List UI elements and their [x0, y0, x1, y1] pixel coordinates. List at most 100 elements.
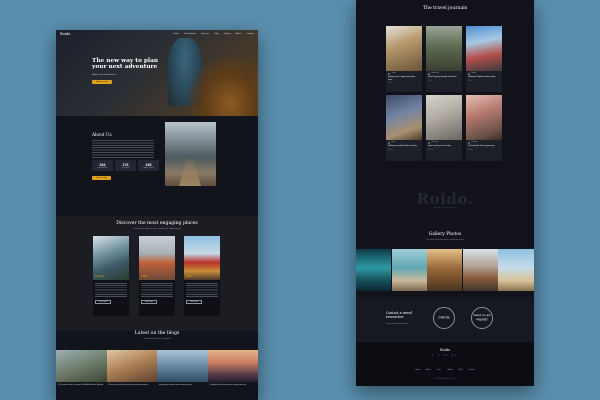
- nav-item-blog[interactable]: Blog: [214, 33, 218, 35]
- journal-category: Work: [391, 142, 396, 143]
- journals-title: The travel journals: [422, 6, 468, 11]
- hero-title: The new way to plan your next adventure: [92, 58, 159, 71]
- journal-footer: 24 Jan 6: [426, 148, 462, 151]
- nav-item-destinations[interactable]: Destinations: [184, 33, 196, 35]
- nav-item-gallery[interactable]: Gallery: [224, 33, 231, 35]
- journal-card[interactable]: Hiking Hiking the highest alpine peaks 1…: [466, 26, 502, 92]
- about-cta-button[interactable]: Learn more: [92, 176, 112, 180]
- journal-footer: 18 Jan 8: [466, 79, 502, 82]
- nav-item-about[interactable]: About: [236, 33, 242, 35]
- journal-date: 12 Jan: [388, 83, 393, 84]
- journal-category: Hiking: [471, 73, 476, 74]
- journal-comments: 6: [459, 149, 460, 151]
- place-card[interactable]: Chile Learn more: [139, 236, 175, 316]
- place-name: Norway: [95, 275, 105, 278]
- journal-date: 24 Jan: [428, 149, 433, 151]
- place-card[interactable]: Norway Learn more: [93, 236, 129, 316]
- place-learn-more-button[interactable]: Learn more: [186, 300, 202, 304]
- blog-image: [106, 350, 157, 382]
- journal-comments: 8: [499, 80, 500, 82]
- nav-item-services[interactable]: Services: [201, 33, 209, 35]
- journal-image: [466, 95, 502, 140]
- journal-comments: 5: [419, 83, 420, 84]
- journal-category: Adventure: [431, 73, 439, 74]
- journal-card[interactable]: Packing Packing light for long journeys …: [466, 95, 502, 161]
- journal-comments: 3: [459, 80, 460, 82]
- places-section: Discover the most engaging places Lorem …: [56, 216, 258, 331]
- footer-link-contact[interactable]: Contact: [469, 369, 475, 371]
- place-name: Chile: [141, 275, 148, 278]
- about-title: About Us: [92, 132, 112, 137]
- place-image: Norway: [93, 236, 129, 280]
- journal-category: Packing: [471, 142, 478, 143]
- gallery-photo[interactable]: [427, 249, 462, 291]
- journal-card[interactable]: Travel Exploring the rugged mountain tra…: [386, 26, 422, 92]
- blog-card[interactable]: Exploring the world's most stunning citi…: [157, 350, 208, 400]
- nav-item-home[interactable]: Home: [173, 33, 179, 35]
- stat-label: Happy clients: [143, 166, 154, 169]
- places-subtitle: Lorem ipsum dolor sit amet consectetur a…: [133, 228, 181, 230]
- blog-card[interactable]: Where to get the best adventure travel e…: [106, 350, 157, 400]
- site-logo[interactable]: Roido: [60, 32, 70, 36]
- nav-item-contact[interactable]: Contact: [246, 33, 254, 35]
- gallery-photo[interactable]: [391, 249, 427, 291]
- call-us-number: +1 234 567 890: [438, 319, 450, 321]
- place-image: Chile: [139, 236, 175, 280]
- journal-image: [466, 26, 502, 71]
- hero-subtitle: Explore the world with us: [92, 74, 117, 76]
- journal-category: Planning: [431, 142, 438, 143]
- place-description: [186, 283, 218, 297]
- journal-card[interactable]: Adventure Road tripping through the dese…: [426, 26, 462, 92]
- journal-card[interactable]: Work Working remotely while traveling 20…: [386, 95, 422, 161]
- footer-nav: Home About Tours Gallery Blog Contact: [356, 369, 534, 371]
- stat-card: 176 Tour types: [115, 160, 136, 171]
- bridge-shape: [179, 156, 201, 186]
- author-avatar: [468, 72, 470, 75]
- place-description: [95, 283, 127, 297]
- footer-link-home[interactable]: Home: [415, 369, 420, 371]
- blog-image: [157, 350, 208, 382]
- brand-watermark: Roido.: [416, 190, 474, 208]
- footer-link-about[interactable]: About: [426, 369, 431, 371]
- stat-card: 193 Happy clients: [138, 160, 159, 171]
- social-icons[interactable]: f t in yt: [356, 354, 534, 357]
- brand-watermark-subtitle: Explore the world with us: [433, 207, 457, 209]
- about-stats: 264 Destinations 176 Tour types 193 Happ…: [92, 160, 159, 171]
- gallery-subtitle: Our favorite photos from around the worl…: [426, 239, 464, 241]
- contact-title: Contact a travel researcher: [386, 311, 412, 319]
- blog-image: [207, 350, 258, 382]
- landing-page-mockup-right: The travel journals Travel Exploring the…: [356, 0, 534, 386]
- blog-caption: 10 Questions Every Traveler Should Ask B…: [58, 384, 103, 386]
- call-us-button[interactable]: Call Us +1 234 567 890: [433, 307, 455, 329]
- blog-card[interactable]: 10 Questions Every Traveler Should Ask B…: [56, 350, 107, 400]
- send-enquiry-button[interactable]: Send us an enquiry Contact form: [471, 307, 493, 329]
- journal-image: [426, 95, 462, 140]
- gallery-photo[interactable]: [356, 249, 391, 291]
- send-enquiry-sub: Contact form: [477, 321, 487, 323]
- stat-card: 264 Destinations: [92, 160, 113, 171]
- blog-caption: 3 things to know before your sunset phot…: [209, 384, 246, 386]
- journal-image: [426, 26, 462, 71]
- author-avatar: [428, 141, 430, 144]
- place-learn-more-button[interactable]: Learn more: [141, 300, 157, 304]
- author-avatar: [388, 72, 390, 75]
- journal-category: Travel: [391, 73, 396, 74]
- journal-comments: 4: [499, 149, 500, 151]
- blog-caption: Where to get the best adventure travel e…: [108, 384, 149, 386]
- blog-card[interactable]: 3 things to know before your sunset phot…: [207, 350, 258, 400]
- journal-card[interactable]: Planning How to plan your next trip 24 J…: [426, 95, 462, 161]
- author-avatar: [388, 141, 390, 144]
- place-card[interactable]: Japan Learn more: [184, 236, 220, 316]
- place-learn-more-button[interactable]: Learn more: [95, 300, 111, 304]
- footer-link-gallery[interactable]: Gallery: [447, 369, 453, 371]
- footer-link-tours[interactable]: Tours: [437, 369, 441, 371]
- footer-link-blog[interactable]: Blog: [459, 369, 463, 371]
- gallery-photo[interactable]: [462, 249, 498, 291]
- gallery-photo[interactable]: [498, 249, 534, 291]
- blog-image: [56, 350, 107, 382]
- gallery-title: Gallery Photos: [428, 232, 462, 237]
- hero-cta-button[interactable]: Explore now: [92, 80, 113, 84]
- blogs-subtitle: Get travel tips from our experts: [143, 338, 171, 340]
- about-bridge-photo: [165, 122, 216, 186]
- footer-logo[interactable]: Roido: [356, 348, 534, 352]
